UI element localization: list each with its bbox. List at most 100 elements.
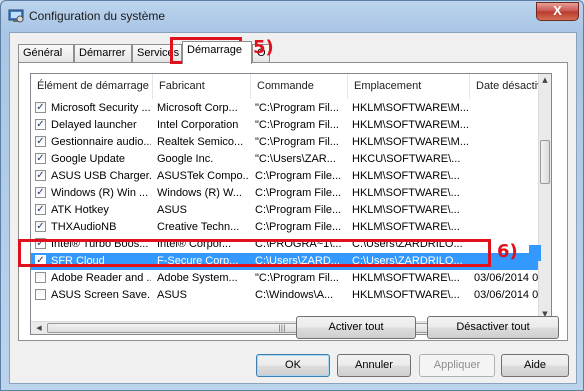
row-checkbox[interactable]: ✓ (35, 187, 46, 198)
row-maker-cell: ASUS (157, 289, 187, 301)
row-command-cell: "C:\Program Fil... (255, 136, 339, 148)
row-location-cell: HKLM\SOFTWARE\M... (352, 136, 468, 148)
table-row[interactable]: Adobe Reader and ... Adobe System... "C:\P… (31, 270, 539, 287)
table-row[interactable]: ASUS Screen Save... ASUS C:\Windows\A... HK… (31, 287, 539, 304)
row-maker-cell: Windows (R) W... (157, 187, 242, 199)
row-item-cell: Adobe Reader and ... (51, 272, 151, 284)
tab-general[interactable]: Général (18, 44, 74, 63)
table-row[interactable]: ✓ Delayed launcher Intel Corporation "C:\Pr… (31, 117, 539, 134)
title-bar[interactable]: Configuration du système X (1, 1, 584, 31)
table-row[interactable]: ✓ Gestionnaire audio... Realtek Semico... "… (31, 134, 539, 151)
row-checkbox[interactable]: ✓ (35, 221, 46, 232)
row-item-cell: Google Update (51, 153, 125, 165)
table-row[interactable]: ✓ Microsoft Security ... Microsoft Corp...… (31, 100, 539, 117)
row-checkbox[interactable]: ✓ (35, 204, 46, 215)
row-command-cell: "C:\Program Fil... (255, 102, 339, 114)
annotation-marker (529, 245, 541, 261)
row-date-cell (474, 202, 538, 219)
row-item-cell: Gestionnaire audio... (51, 136, 151, 148)
row-maker-cell: Creative Techn... (157, 221, 240, 233)
row-location-cell: HKCU\SOFTWARE\... (352, 153, 461, 165)
startup-panel: Élément de démarrage Fabricant Commande … (18, 62, 568, 341)
row-command-cell: C:\Program File... (255, 221, 342, 233)
dialog-client: Général Démarrer Services Démarrage O Él… (9, 32, 577, 384)
annotation-box-row (18, 239, 491, 267)
row-date-cell (474, 185, 538, 202)
row-location-cell: HKLM\SOFTWARE\... (352, 221, 460, 233)
row-location-cell: HKLM\SOFTWARE\... (352, 289, 460, 301)
row-location-cell: HKLM\SOFTWARE\M... (352, 119, 468, 131)
row-command-cell: "C:\Program Fil... (255, 119, 339, 131)
help-button[interactable]: Aide (501, 354, 569, 377)
row-date-cell (474, 219, 538, 236)
row-date-cell (474, 100, 538, 117)
table-row[interactable]: ✓ Windows (R) Win ... Windows (R) W... C:\P… (31, 185, 539, 202)
column-header-command[interactable]: Commande (251, 74, 348, 99)
row-location-cell: HKLM\SOFTWARE\... (352, 272, 460, 284)
row-item-cell: ASUS USB Charger... (51, 170, 151, 182)
row-command-cell: "C:\Program Fil... (255, 272, 339, 284)
enable-all-button[interactable]: Activer tout (296, 316, 416, 339)
vertical-scrollbar[interactable]: ▲ ▼ (538, 74, 551, 322)
row-location-cell: HKLM\SOFTWARE\... (352, 170, 460, 182)
column-header-date[interactable]: Date désactiv (470, 74, 540, 99)
annotation-label-step5: 5) (253, 37, 274, 58)
annotation-label-step6: 6) (497, 241, 518, 262)
close-button[interactable]: X (536, 2, 579, 21)
row-maker-cell: Adobe System... (157, 272, 238, 284)
row-item-cell: Windows (R) Win ... (51, 187, 149, 199)
scroll-up-icon[interactable]: ▲ (539, 76, 551, 84)
tab-demarrer[interactable]: Démarrer (74, 44, 132, 63)
row-location-cell: HKLM\SOFTWARE\M... (352, 102, 468, 114)
row-item-cell: ASUS Screen Save... (51, 289, 151, 301)
row-maker-cell: ASUS (157, 204, 187, 216)
row-item-cell: Delayed launcher (51, 119, 137, 131)
column-header-location[interactable]: Emplacement (348, 74, 470, 99)
row-command-cell: C:\Program File... (255, 204, 342, 216)
vertical-scroll-thumb[interactable] (540, 140, 550, 184)
row-maker-cell: Intel Corporation (157, 119, 239, 131)
row-checkbox[interactable]: ✓ (35, 136, 46, 147)
startup-list[interactable]: Élément de démarrage Fabricant Commande … (30, 73, 552, 335)
row-location-cell: HKLM\SOFTWARE\... (352, 187, 460, 199)
row-item-cell: THXAudioNB (51, 221, 117, 233)
row-checkbox[interactable] (35, 289, 46, 300)
table-row[interactable]: ✓ ATK Hotkey ASUS C:\Program File... HKLM\SO… (31, 202, 539, 219)
row-date-cell (474, 151, 538, 168)
row-checkbox[interactable]: ✓ (35, 153, 46, 164)
row-checkbox[interactable]: ✓ (35, 119, 46, 130)
table-row[interactable]: ✓ THXAudioNB Creative Techn... C:\Program F… (31, 219, 539, 236)
tab-demarrage[interactable]: Démarrage (182, 41, 252, 64)
column-header-maker[interactable]: Fabricant (153, 74, 251, 99)
apply-button[interactable]: Appliquer (419, 354, 495, 377)
row-command-cell: C:\Windows\A... (255, 289, 334, 301)
row-command-cell: C:\Program File... (255, 170, 342, 182)
system-config-icon (8, 9, 24, 23)
table-row[interactable]: ✓ Google Update Google Inc. "C:\Users\ZAR..… (31, 151, 539, 168)
row-command-cell: "C:\Users\ZAR... (255, 153, 336, 165)
row-maker-cell: Microsoft Corp... (157, 102, 238, 114)
window-frame: Configuration du système X Général Démar… (0, 0, 584, 391)
row-checkbox[interactable]: ✓ (35, 170, 46, 181)
close-icon: X (553, 3, 562, 18)
row-date-cell (474, 117, 538, 134)
table-row[interactable]: ✓ ASUS USB Charger... ASUSTek Compo... C:\P… (31, 168, 539, 185)
ok-button[interactable]: OK (256, 354, 330, 377)
row-date-cell (474, 134, 538, 151)
row-checkbox[interactable] (35, 272, 46, 283)
disable-all-button[interactable]: Désactiver tout (427, 316, 559, 339)
row-date-cell: 03/06/2014 0 (474, 289, 538, 301)
row-date-cell (474, 168, 538, 185)
scroll-left-icon[interactable]: ◀ (33, 324, 45, 332)
row-command-cell: C:\Program File... (255, 187, 342, 199)
row-maker-cell: Google Inc. (157, 153, 214, 165)
row-date-cell: 03/06/2014 0 (474, 272, 538, 284)
cancel-button[interactable]: Annuler (337, 354, 411, 377)
window-title: Configuration du système (29, 9, 166, 23)
column-header-item[interactable]: Élément de démarrage (31, 74, 153, 99)
row-item-cell: Microsoft Security ... (51, 102, 151, 114)
row-location-cell: HKLM\SOFTWARE\... (352, 204, 460, 216)
row-checkbox[interactable]: ✓ (35, 102, 46, 113)
row-item-cell: ATK Hotkey (51, 204, 109, 216)
row-maker-cell: ASUSTek Compo... (157, 170, 249, 182)
